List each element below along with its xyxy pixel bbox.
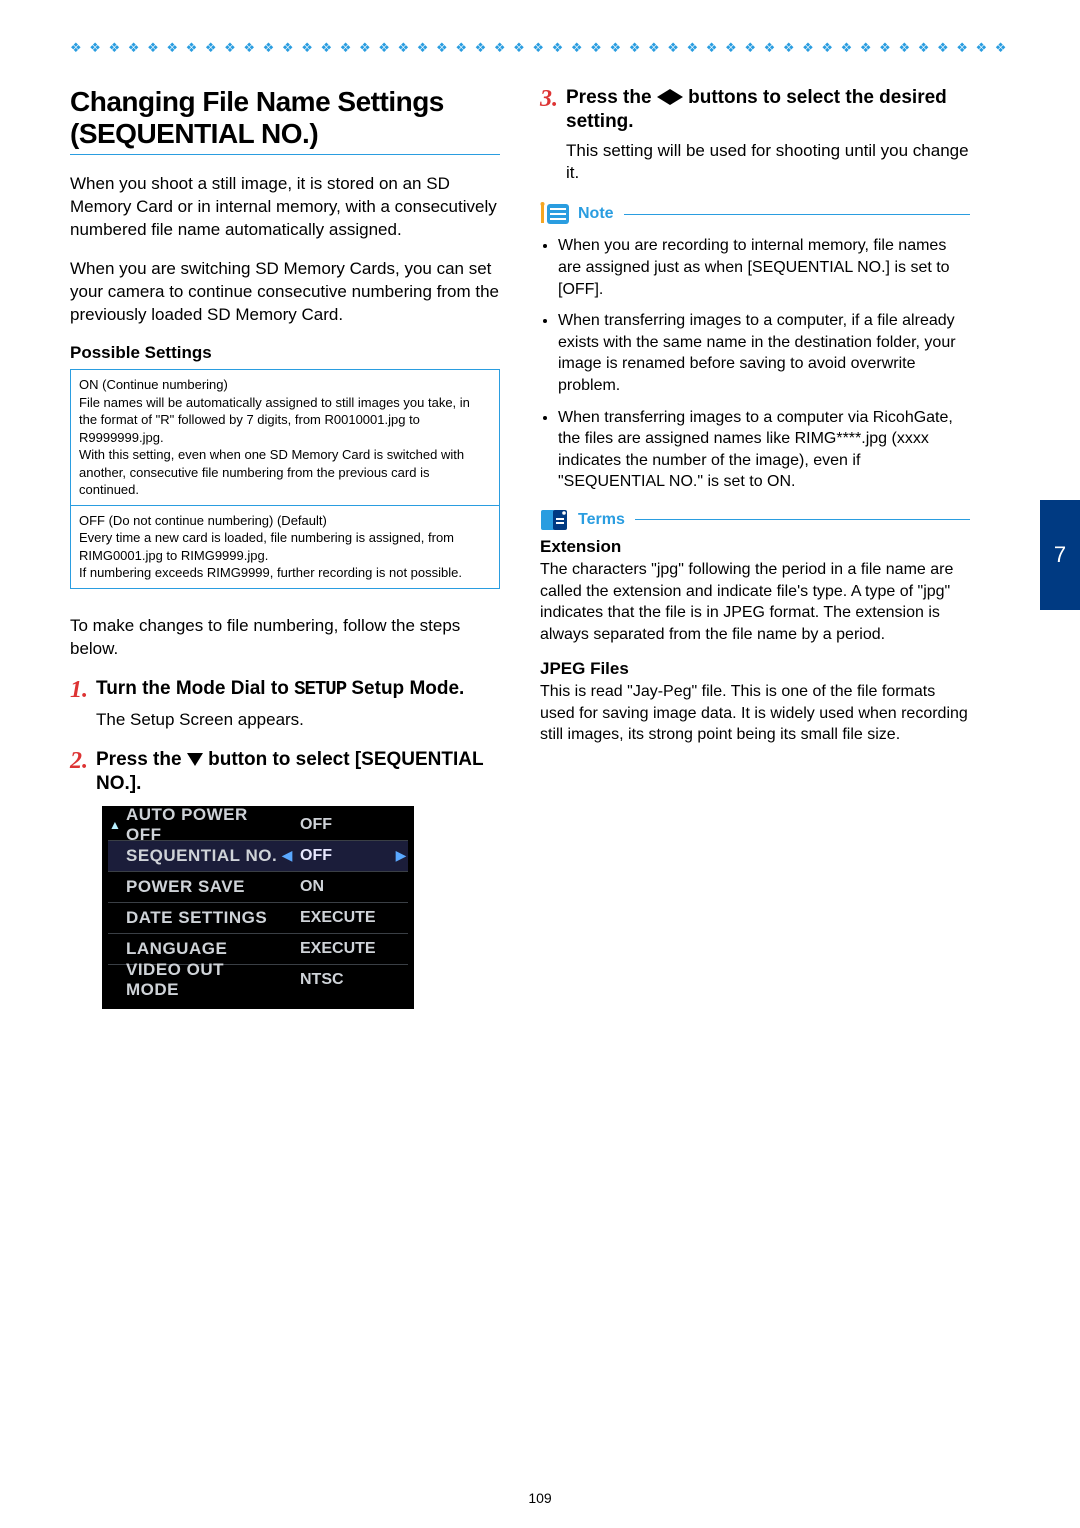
lcd-value: OFF: [294, 847, 394, 865]
chapter-number: 7: [1054, 542, 1066, 568]
note-item: When transferring images to a computer, …: [558, 310, 970, 396]
lcd-value: NTSC: [294, 971, 394, 989]
step-1-text-a: Turn the Mode Dial to: [96, 678, 294, 699]
terms-callout: Terms Extension The characters "jpg" fol…: [540, 507, 970, 746]
lcd-label: VIDEO OUT MODE: [122, 960, 280, 1000]
step-3-body: This setting will be used for shooting u…: [566, 140, 970, 186]
step-1-text-b: Setup Mode.: [346, 678, 464, 699]
step-2-text: Press the button to select [SEQUENTIAL N…: [96, 748, 500, 796]
lcd-label: LANGUAGE: [122, 939, 280, 959]
step-1: 1. Turn the Mode Dial to SETUP Setup Mod…: [70, 677, 500, 703]
note-item: When transferring images to a computer v…: [558, 407, 970, 493]
note-label: Note: [578, 205, 614, 223]
step-1-text: Turn the Mode Dial to SETUP Setup Mode.: [96, 677, 464, 702]
step-3-text: Press the buttons to select the desired …: [566, 86, 970, 134]
terms-icon: [540, 507, 572, 533]
lcd-row: ▲ AUTO POWER OFF OFF: [108, 810, 408, 840]
lcd-label: POWER SAVE: [122, 877, 280, 897]
possible-settings-heading: Possible Settings: [70, 343, 500, 363]
decorative-diamond-row: ❖ ❖ ❖ ❖ ❖ ❖ ❖ ❖ ❖ ❖ ❖ ❖ ❖ ❖ ❖ ❖ ❖ ❖ ❖ ❖ …: [70, 40, 1010, 56]
term-body: The characters "jpg" following the perio…: [540, 559, 970, 645]
step-number-1: 1.: [70, 677, 88, 703]
step-3: 3. Press the buttons to select the desir…: [540, 86, 970, 134]
note-callout: Note When you are recording to internal …: [540, 201, 970, 493]
section-title: Changing File Name Settings (SEQUENTIAL …: [70, 86, 500, 150]
note-bullets: When you are recording to internal memor…: [558, 235, 970, 493]
step-2: 2. Press the button to select [SEQUENTIA…: [70, 748, 500, 796]
lcd-label: DATE SETTINGS: [122, 908, 280, 928]
setting-on-cell: ON (Continue numbering) File names will …: [71, 370, 499, 505]
term-body: This is read "Jay-Peg" file. This is one…: [540, 681, 970, 746]
manual-page: ❖ ❖ ❖ ❖ ❖ ❖ ❖ ❖ ❖ ❖ ❖ ❖ ❖ ❖ ❖ ❖ ❖ ❖ ❖ ❖ …: [0, 0, 1080, 1528]
term-heading: Extension: [540, 537, 970, 557]
lcd-label: AUTO POWER OFF: [122, 805, 280, 845]
intro-paragraph-1: When you shoot a still image, it is stor…: [70, 173, 500, 242]
title-underline: [70, 154, 500, 155]
left-column: Changing File Name Settings (SEQUENTIAL …: [70, 86, 500, 1009]
right-arrow-icon: [670, 89, 683, 105]
chapter-tab: 7: [1040, 500, 1080, 610]
lcd-row: POWER SAVE ON: [108, 871, 408, 902]
lcd-scroll-up-icon: ▲: [108, 818, 122, 832]
two-column-layout: Changing File Name Settings (SEQUENTIAL …: [70, 86, 1010, 1009]
lcd-row: VIDEO OUT MODE NTSC: [108, 964, 408, 995]
term-heading: JPEG Files: [540, 659, 970, 679]
terms-label: Terms: [578, 511, 625, 529]
lcd-left-arrow-icon: ◀: [280, 847, 294, 864]
lcd-value: ON: [294, 878, 394, 896]
lcd-value: OFF: [294, 816, 394, 834]
step-number-2: 2.: [70, 748, 88, 774]
right-column: 3. Press the buttons to select the desir…: [540, 86, 970, 1009]
lcd-value: EXECUTE: [294, 940, 394, 958]
terms-rule: [635, 519, 970, 520]
left-arrow-icon: [657, 89, 670, 105]
step-number-3: 3.: [540, 86, 558, 112]
lcd-value: EXECUTE: [294, 909, 394, 927]
lcd-label: SEQUENTIAL NO.: [122, 846, 280, 866]
possible-settings-table: ON (Continue numbering) File names will …: [70, 369, 500, 589]
down-arrow-icon: [187, 753, 203, 766]
step-2-text-a: Press the: [96, 749, 187, 770]
lcd-row: DATE SETTINGS EXECUTE: [108, 902, 408, 933]
lcd-right-arrow-icon: ▶: [394, 847, 408, 864]
camera-lcd-screenshot: ▲ AUTO POWER OFF OFF SEQUENTIAL NO. ◀ OF…: [102, 806, 414, 1009]
step-3-text-a: Press the: [566, 87, 657, 108]
intro-paragraph-2: When you are switching SD Memory Cards, …: [70, 258, 500, 327]
note-icon: [540, 201, 572, 227]
note-rule: [624, 214, 970, 215]
note-item: When you are recording to internal memor…: [558, 235, 970, 300]
setting-off-cell: OFF (Do not continue numbering) (Default…: [71, 505, 499, 588]
note-heading: Note: [540, 201, 970, 227]
lead-in-paragraph: To make changes to file numbering, follo…: [70, 615, 500, 661]
page-number: 109: [0, 1490, 1080, 1506]
step-1-body: The Setup Screen appears.: [96, 709, 500, 732]
terms-heading: Terms: [540, 507, 970, 533]
setup-mode-icon: SETUP: [294, 678, 346, 700]
